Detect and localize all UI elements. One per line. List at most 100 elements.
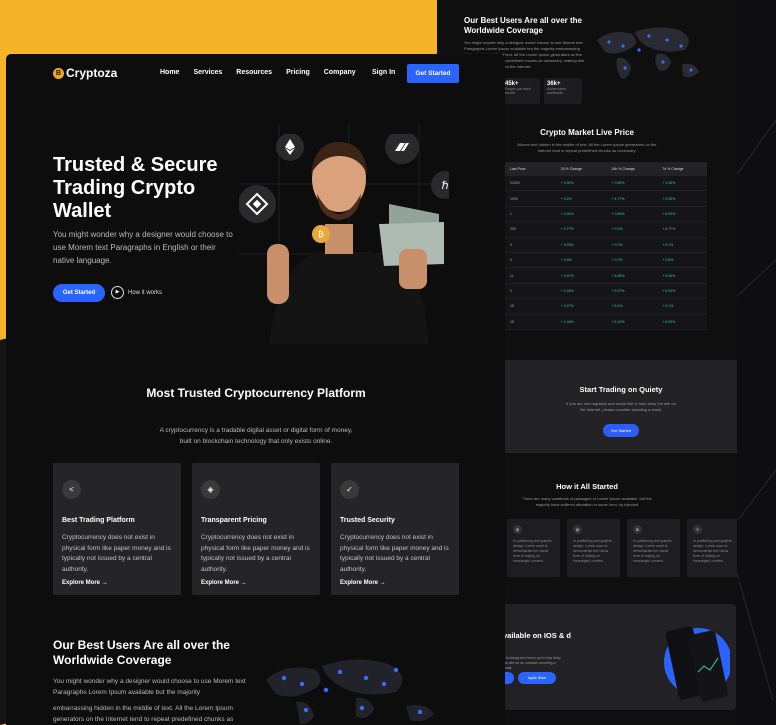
feature-text: Cryptocurrency does not exist in physica… — [340, 534, 449, 573]
how-card-text: In publishing and graphic design, Lorem … — [633, 539, 672, 563]
table-row: 22000 + 0.01% + 0.05% + 1.05% — [504, 176, 707, 192]
table-row: 15 + 0.27% + 6.1% + 0.1% — [504, 299, 707, 315]
table-row: 1 + 0.01% + 0.05% + 6.09% — [504, 207, 707, 223]
feature-card: < Best Trading Platform Cryptocurrency d… — [53, 463, 181, 595]
back-coverage-title: Our Best Users Are all over the Worldwid… — [464, 16, 582, 35]
chart-icon — [385, 134, 419, 164]
hero-get-started-button[interactable]: Get Started — [53, 284, 105, 302]
phone-mockup-image — [664, 626, 730, 702]
back-world-map — [597, 27, 699, 79]
table-row: 0 + 0.03% + 0.7% + 0.1% — [504, 238, 707, 253]
table-cell: + 0.05% — [611, 211, 625, 216]
table-row: 11 + 0.07% + 6.08% + 0.05% — [504, 268, 707, 284]
table-cell: + 2.6% — [662, 258, 674, 263]
table-cell: + 4.77% — [611, 196, 625, 201]
app-title: vailable on IOS & d — [503, 631, 571, 640]
table-cell: + 0.07% — [560, 273, 574, 278]
table-cell: + 1.05% — [662, 181, 676, 186]
stat-label: Active users worldwide — [547, 87, 567, 95]
table-cell: 0 — [510, 288, 512, 293]
coverage-title: Our Best Users Are all over the Worldwid… — [53, 638, 230, 667]
table-row: 1000 + 0.2% + 4.77% + 0.05% — [504, 191, 707, 207]
svg-text:ℏ: ℏ — [442, 180, 449, 192]
table-cell: + 0.1% — [611, 227, 623, 232]
hero-title: Trusted & Secure Trading Crypto Wallet — [53, 154, 218, 222]
nav-item-company[interactable]: Company — [324, 69, 356, 76]
decorative-lines — [733, 119, 776, 701]
feature-title: Best Trading Platform — [62, 517, 135, 524]
table-cell: + 0.27% — [560, 304, 574, 309]
feature-card: ✓ Trusted Security Cryptocurrency does n… — [331, 463, 459, 595]
explore-more-link[interactable]: Explore More → — [201, 580, 247, 586]
back-how-cards: ◎ In publishing and graphic design, Lorem… — [507, 519, 737, 577]
table-cell: + 0.05% — [611, 181, 625, 186]
how-it-works-link[interactable]: ▶ How it works — [111, 286, 162, 299]
table-cell: 200 — [510, 227, 516, 232]
how-card: ≡ In publishing and graphic design, Lorem… — [687, 519, 737, 577]
hero-person-image: ℏ ₿ — [239, 134, 449, 344]
shield-icon: ✓ — [340, 480, 359, 499]
trusted-section-title: Most Trusted Cryptocurrency Platform — [146, 386, 366, 400]
card-icon: ◎ — [573, 525, 582, 534]
table-cell: 15 — [510, 304, 514, 309]
share-icon: < — [62, 480, 81, 499]
nav-item-pricing[interactable]: Pricing — [286, 69, 310, 76]
table-header: Last Price 24 % Change 24h % Change 7d %… — [504, 162, 707, 176]
table-cell: + 0.1% — [662, 304, 674, 309]
how-card-text: In publishing and graphic design, Lorem … — [693, 539, 732, 563]
how-card: ◎ In publishing and graphic design, Lorem… — [567, 519, 620, 577]
table-cell: + 0.05% — [662, 273, 676, 278]
feature-card: ◈ Transparent Pricing Cryptocurrency doe… — [192, 463, 320, 595]
table-cell: + 0.3% — [560, 258, 572, 263]
start-get-started-button[interactable]: Get Started — [602, 424, 640, 437]
table-cell: + 0.7% — [611, 258, 623, 263]
app-text: d is simply text lorem up to help keep t… — [503, 656, 561, 670]
explore-more-link[interactable]: Explore More → — [62, 580, 108, 586]
table-cell: 15 — [510, 319, 514, 324]
market-text: Morem text hidden in the middle of text.… — [517, 142, 657, 153]
nav-item-home[interactable]: Home — [160, 69, 179, 76]
how-text: There are many variations of passages of… — [522, 496, 652, 507]
coverage-text: You might wonder why a designer would ch… — [53, 678, 246, 696]
table-header-cell: 24h % Change — [611, 167, 635, 171]
table-cell: + 0.7% — [611, 242, 623, 247]
feature-title: Trusted Security — [340, 517, 395, 524]
table-cell: + 0.1% — [662, 242, 674, 247]
top-navigation: B Cryptoza Home Services Resources Prici… — [6, 54, 505, 94]
table-cell: 11 — [510, 273, 514, 278]
sign-in-link[interactable]: Sign In — [372, 69, 395, 76]
feature-text: Cryptocurrency does not exist in physica… — [201, 534, 310, 573]
table-cell: + 0.2% — [560, 196, 572, 201]
play-icon: ▶ — [111, 286, 124, 299]
table-cell: 1 — [510, 211, 512, 216]
logo[interactable]: B Cryptoza — [53, 66, 117, 80]
nav-item-services[interactable]: Services — [193, 69, 222, 76]
table-row: 200 + 2.77% + 0.1% + 4.77% — [504, 222, 707, 238]
feature-title: Transparent Pricing — [201, 517, 267, 524]
how-card: ◎ In publishing and graphic design, Lorem… — [507, 519, 560, 577]
table-cell: + 0.05% — [662, 196, 676, 201]
trusted-section-description: A cryptocurrency is a tradable digital a… — [159, 427, 353, 445]
table-row: 0 + 1.04% + 2.07% + 0.03% — [504, 284, 707, 300]
table-cell: 1000 — [510, 196, 518, 201]
apple-store-button[interactable]: Apple Store — [518, 672, 556, 684]
table-cell: + 2.77% — [560, 227, 574, 232]
how-it-works-label: How it works — [128, 289, 163, 296]
table-cell: + 4.77% — [662, 227, 676, 232]
table-row: 15 + 1.04% + 6.10% + 0.03% — [504, 315, 707, 330]
start-text: If you are into regularly and would like… — [566, 401, 676, 412]
table-cell: + 1.04% — [560, 288, 574, 293]
main-menu: Home Services Resources Pricing Company — [160, 69, 370, 76]
table-header-cell: 7d % Change — [662, 167, 684, 171]
nav-get-started-button[interactable]: Get Started — [407, 64, 459, 83]
table-cell: + 6.08% — [611, 273, 625, 278]
front-page-preview: B Cryptoza Home Services Resources Prici… — [6, 54, 505, 725]
explore-more-link[interactable]: Explore More → — [340, 580, 386, 586]
feature-text: Cryptocurrency does not exist in physica… — [62, 534, 171, 573]
svg-text:₿: ₿ — [318, 230, 324, 239]
nav-item-resources[interactable]: Resources — [236, 69, 272, 76]
back-stat-card: 45k+ People join each month — [502, 78, 540, 104]
stat-label: People join each month — [505, 87, 531, 95]
table-row: 0 + 0.3% + 0.7% + 2.6% — [504, 253, 707, 269]
coverage-text-continued: embarrassing hidden in the middle of tex… — [53, 705, 234, 723]
